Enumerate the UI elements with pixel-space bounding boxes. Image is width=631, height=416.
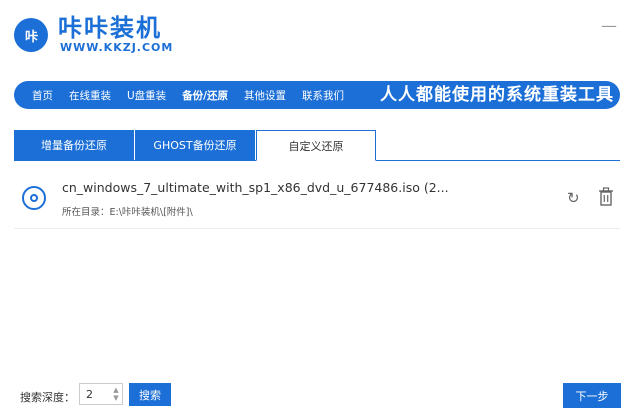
chevron-up-icon[interactable]: ▲: [113, 386, 118, 394]
nav-item-home[interactable]: 首页: [32, 88, 53, 103]
file-name: cn_windows_7_ultimate_with_sp1_x86_dvd_u…: [62, 180, 449, 195]
nav-item-contact-us[interactable]: 联系我们: [302, 88, 344, 103]
list-item[interactable]: cn_windows_7_ultimate_with_sp1_x86_dvd_u…: [14, 172, 620, 229]
tab-incremental-backup-restore[interactable]: 增量备份还原: [14, 130, 134, 160]
nav-item-usb-reinstall[interactable]: U盘重装: [127, 88, 166, 103]
main-nav: 首页 在线重装 U盘重装 备份/还原 其他设置 联系我们 人人都能使用的系统重装…: [14, 81, 620, 109]
tab-custom-restore[interactable]: 自定义还原: [256, 130, 376, 161]
search-depth-stepper[interactable]: 2 ▲ ▼: [79, 383, 123, 405]
brand-name: 咔咔装机: [58, 14, 162, 42]
minimize-button[interactable]: —: [601, 16, 617, 35]
trash-icon-graphic: [599, 187, 613, 206]
brand-url: WWW.KKZJ.COM: [60, 41, 174, 54]
search-button[interactable]: 搜索: [129, 383, 171, 406]
next-step-button[interactable]: 下一步: [563, 383, 621, 408]
search-depth-value[interactable]: 2: [80, 388, 110, 401]
nav-item-other-settings[interactable]: 其他设置: [244, 88, 286, 103]
restore-tabs: 增量备份还原 GHOST备份还原 自定义还原: [14, 130, 620, 161]
logo-icon: 咔: [14, 18, 48, 52]
disc-icon: [22, 186, 46, 210]
tab-ghost-backup-restore[interactable]: GHOST备份还原: [135, 130, 255, 160]
refresh-icon[interactable]: ↻: [567, 189, 580, 207]
nav-item-online-reinstall[interactable]: 在线重装: [69, 88, 111, 103]
file-directory: 所在目录：E:\咔咔装机\[附件]\: [62, 207, 193, 218]
chevron-down-icon[interactable]: ▼: [113, 394, 118, 402]
stepper-arrows[interactable]: ▲ ▼: [110, 386, 122, 402]
trash-icon[interactable]: [598, 187, 614, 207]
search-depth-label: 搜索深度：: [20, 391, 75, 404]
nav-slogan: 人人都能使用的系统重装工具: [380, 85, 614, 105]
nav-item-backup-restore[interactable]: 备份/还原: [182, 88, 228, 103]
